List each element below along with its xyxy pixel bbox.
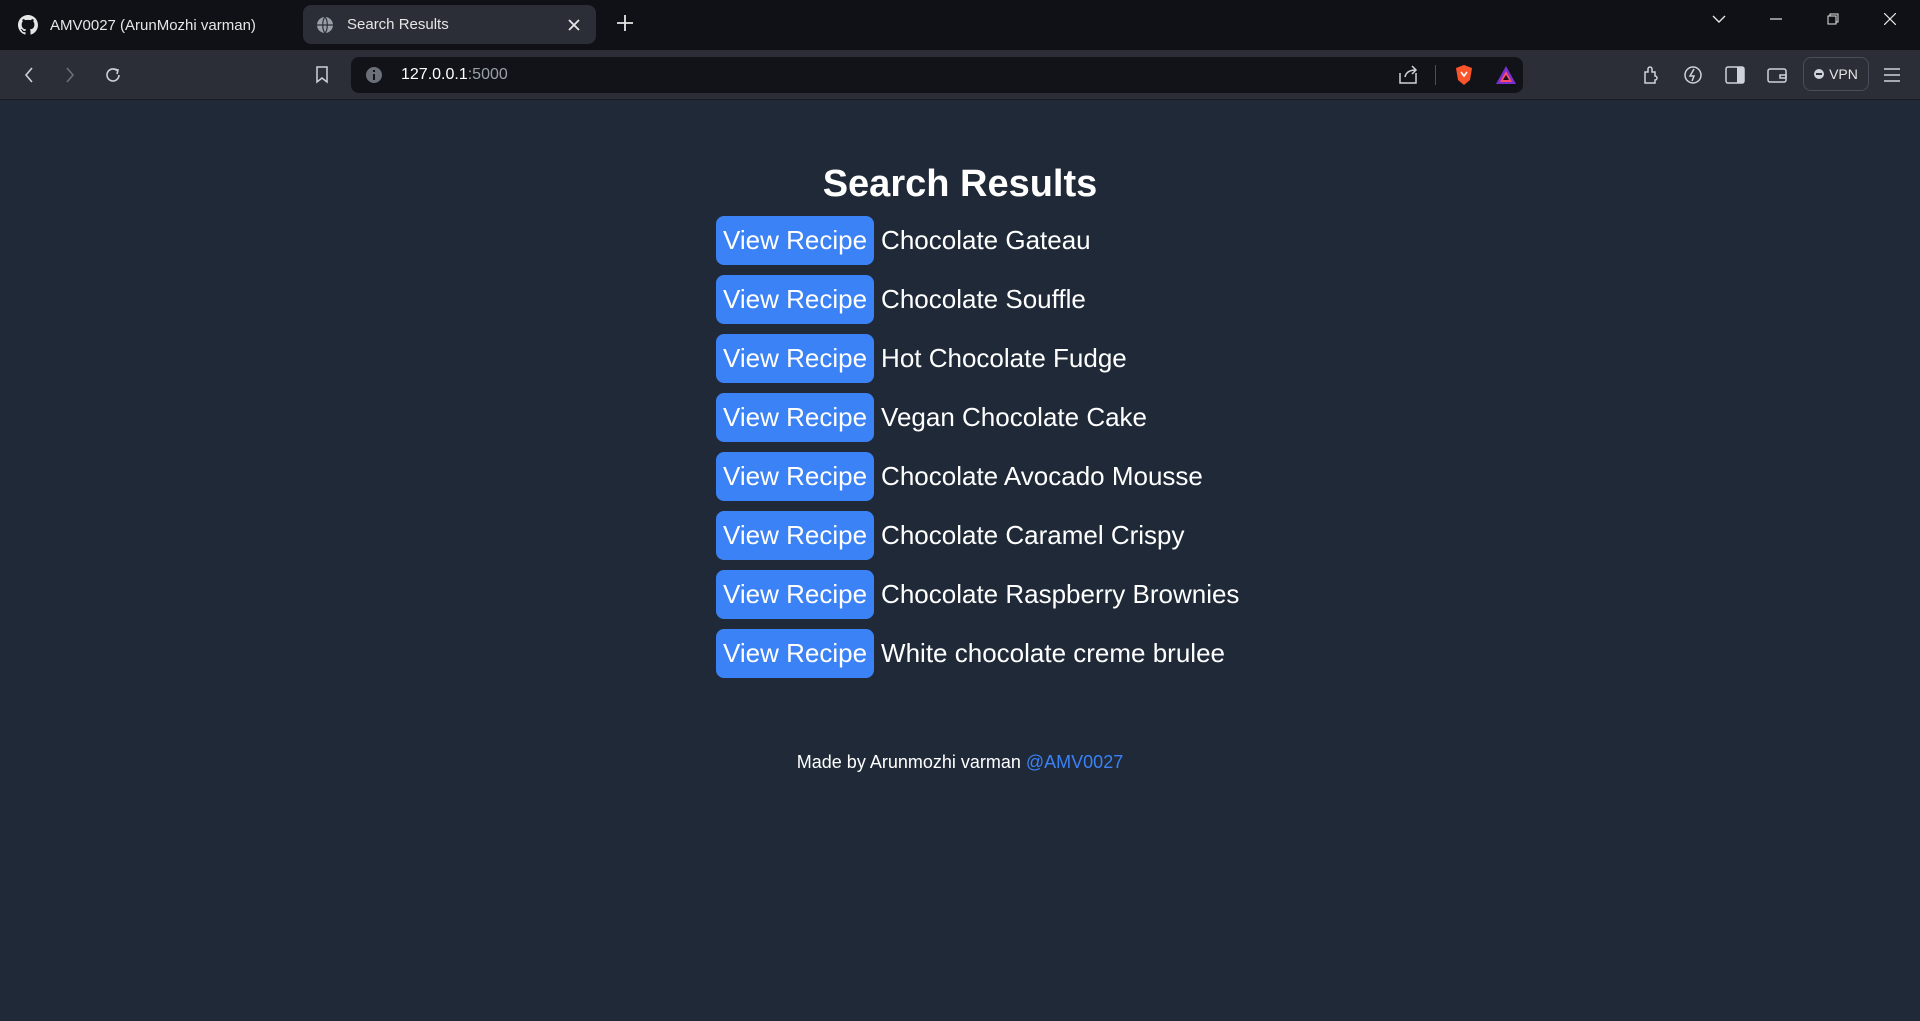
bookmark-icon[interactable] — [308, 62, 336, 88]
url-host: 127.0.0.1 — [401, 66, 468, 83]
url-port: :5000 — [467, 66, 508, 83]
tab-label: Search Results — [347, 16, 449, 33]
recipe-name: Hot Chocolate Fudge — [881, 343, 1127, 373]
recipe-name: White chocolate creme brulee — [881, 638, 1225, 668]
close-icon[interactable] — [564, 15, 584, 35]
view-recipe-button[interactable]: View Recipe — [716, 452, 875, 501]
recipe-name: Chocolate Souffle — [881, 284, 1086, 314]
vpn-label: VPN — [1829, 66, 1858, 82]
footer-link[interactable]: @AMV0027 — [1026, 752, 1123, 772]
view-recipe-button[interactable]: View Recipe — [716, 393, 875, 442]
view-recipe-button[interactable]: View Recipe — [716, 511, 875, 560]
view-recipe-button[interactable]: View Recipe — [716, 570, 875, 619]
address-bar[interactable]: 127.0.0.1:5000 — [351, 57, 1523, 93]
globe-icon — [315, 15, 335, 35]
list-item: View Recipe Hot Chocolate Fudge — [716, 334, 1239, 383]
view-recipe-button[interactable]: View Recipe — [716, 629, 875, 678]
info-icon[interactable] — [365, 66, 383, 84]
list-item: View Recipe White chocolate creme brulee — [716, 629, 1239, 678]
list-item: View Recipe Chocolate Avocado Mousse — [716, 452, 1239, 501]
new-tab-button[interactable] — [612, 11, 638, 37]
forward-icon[interactable] — [56, 62, 84, 88]
reload-icon[interactable] — [99, 62, 127, 88]
view-recipe-button[interactable]: View Recipe — [716, 334, 875, 383]
close-window-icon[interactable] — [1862, 0, 1918, 38]
tab-github[interactable]: AMV0027 (ArunMozhi varman) — [6, 5, 296, 45]
page-title: Search Results — [822, 163, 1098, 205]
recipe-name: Chocolate Caramel Crispy — [881, 520, 1185, 550]
divider — [1435, 65, 1436, 85]
restore-icon[interactable] — [1805, 0, 1861, 38]
github-icon — [18, 15, 38, 35]
minimize-icon[interactable] — [1748, 0, 1804, 38]
recipe-name: Chocolate Raspberry Brownies — [881, 579, 1240, 609]
tab-strip: AMV0027 (ArunMozhi varman) Search Result… — [0, 0, 1920, 50]
url-text[interactable]: 127.0.0.1:5000 — [401, 66, 508, 84]
sidebar-icon[interactable] — [1721, 62, 1749, 88]
list-item: View Recipe Vegan Chocolate Cake — [716, 393, 1239, 442]
leo-ai-icon[interactable] — [1679, 62, 1707, 88]
brave-shields-icon[interactable] — [1451, 63, 1477, 87]
recipe-name: Vegan Chocolate Cake — [881, 402, 1148, 432]
list-item: View Recipe Chocolate Gateau — [716, 216, 1239, 265]
share-icon[interactable] — [1395, 63, 1421, 87]
list-item: View Recipe Chocolate Raspberry Brownies — [716, 570, 1239, 619]
footer: Made by Arunmozhi varman @AMV0027 — [0, 752, 1920, 773]
vpn-button[interactable]: VPN — [1803, 57, 1869, 91]
browser-toolbar: 127.0.0.1:5000 VPN — [0, 50, 1920, 100]
page-content: Search Results View Recipe Chocolate Gate… — [0, 101, 1920, 1021]
tab-search-chevron-icon[interactable] — [1691, 0, 1747, 38]
view-recipe-button[interactable]: View Recipe — [716, 216, 875, 265]
results-list: View Recipe Chocolate Gateau View Recipe Ch… — [716, 216, 1239, 688]
back-icon[interactable] — [15, 62, 43, 88]
list-item: View Recipe Chocolate Souffle — [716, 275, 1239, 324]
vpn-status-icon — [1814, 69, 1825, 79]
recipe-name: Chocolate Gateau — [881, 225, 1091, 255]
extensions-icon[interactable] — [1637, 62, 1665, 88]
wallet-icon[interactable] — [1763, 62, 1791, 88]
list-item: View Recipe Chocolate Caramel Crispy — [716, 511, 1239, 560]
tab-search-results[interactable]: Search Results — [303, 5, 596, 44]
recipe-name: Chocolate Avocado Mousse — [881, 461, 1203, 491]
view-recipe-button[interactable]: View Recipe — [716, 275, 875, 324]
menu-icon[interactable] — [1878, 62, 1906, 88]
tab-label: AMV0027 (ArunMozhi varman) — [50, 16, 256, 34]
brave-rewards-icon[interactable] — [1493, 63, 1519, 87]
footer-text: Made by Arunmozhi varman — [796, 752, 1026, 772]
